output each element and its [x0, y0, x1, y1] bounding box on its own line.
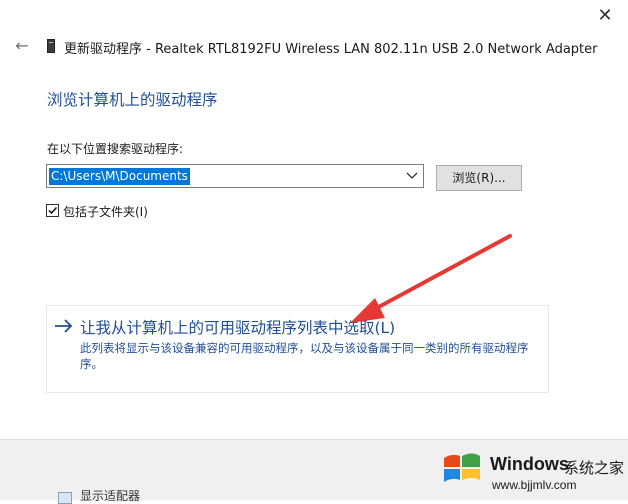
pick-from-list-description: 此列表将显示与该设备兼容的可用驱动程序，以及与该设备属于同一类别的所有驱动程序序…: [80, 341, 529, 371]
close-icon[interactable]: ✕: [592, 4, 618, 28]
windows-logo-icon: [444, 453, 480, 482]
watermark-brand: Windows: [490, 454, 569, 474]
pick-from-list-link[interactable]: 让我从计算机上的可用驱动程序列表中选取(L): [80, 316, 395, 338]
right-arrow-icon[interactable]: [53, 316, 75, 336]
watermark: Windows 系统之家 www.bjjmlv.com: [432, 438, 625, 498]
include-subfolders-label[interactable]: 包括子文件夹(I): [63, 203, 148, 220]
checkmark-icon: [48, 206, 58, 215]
annotation-arrow: [350, 234, 512, 323]
device-icon: [47, 39, 55, 53]
watermark-site-name: 系统之家: [564, 459, 625, 477]
background-item-label: 显示适配器: [80, 489, 141, 503]
path-input[interactable]: C:\Users\M\Documents: [49, 168, 190, 185]
back-arrow-icon[interactable]: ←: [10, 37, 34, 55]
dropdown-chevron-icon[interactable]: [405, 168, 419, 184]
include-subfolders-checkbox[interactable]: [46, 204, 59, 217]
page-heading: 浏览计算机上的驱动程序: [47, 91, 218, 109]
search-location-label: 在以下位置搜索驱动程序:: [47, 142, 184, 156]
browse-button[interactable]: 浏览(R)...: [436, 165, 522, 191]
monitor-icon: [58, 492, 72, 504]
path-combobox[interactable]: C:\Users\M\Documents: [46, 164, 424, 188]
dialog-title: 更新驱动程序 - Realtek RTL8192FU Wireless LAN …: [64, 42, 598, 57]
watermark-url: www.bjjmlv.com: [492, 478, 577, 492]
